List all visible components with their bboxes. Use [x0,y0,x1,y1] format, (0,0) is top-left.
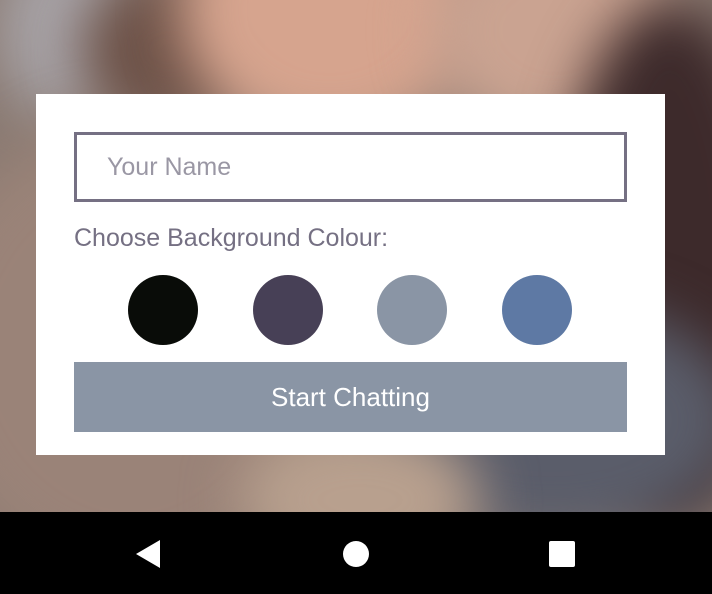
back-button[interactable] [108,512,188,594]
color-swatch-blue[interactable] [502,275,572,345]
name-input[interactable] [74,132,627,202]
color-swatch-grey-blue[interactable] [377,275,447,345]
back-icon [136,540,160,568]
start-chatting-button[interactable]: Start Chatting [74,362,627,432]
home-button[interactable] [316,512,396,594]
background-colour-label: Choose Background Colour: [74,224,389,252]
home-icon [343,541,369,567]
start-card: Choose Background Colour: Start Chatting [36,94,665,455]
recents-icon [549,541,575,567]
recents-button[interactable] [522,512,602,594]
color-swatch-black[interactable] [128,275,198,345]
color-swatch-dark-purple[interactable] [253,275,323,345]
android-nav-bar [0,512,712,594]
